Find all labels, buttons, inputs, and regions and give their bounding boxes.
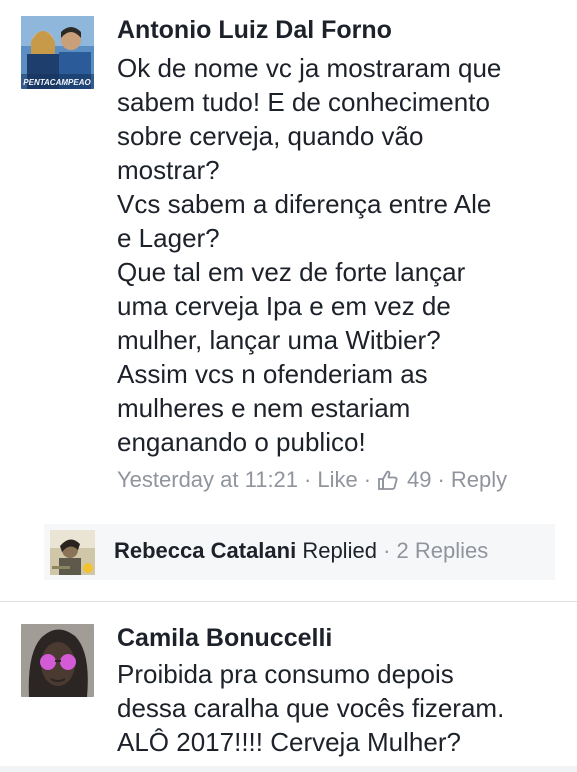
avatar-antonio[interactable]: PENTACAMPEAO <box>21 16 94 89</box>
reply-link[interactable]: Reply <box>451 467 507 493</box>
comment-line: Assim vcs n ofenderiam as <box>117 359 428 389</box>
meta-separator: · <box>437 467 445 492</box>
divider <box>0 601 577 602</box>
avatar-camila-image <box>21 624 94 697</box>
comment-line: Vcs sabem a diferença entre Ale <box>117 189 492 219</box>
comment-author[interactable]: Camila Bonuccelli <box>117 624 332 653</box>
avatar-caption: PENTACAMPEAO <box>23 78 91 87</box>
comment-author[interactable]: Antonio Luiz Dal Forno <box>117 16 392 45</box>
comment-line: mulher, lançar uma Witbier? <box>117 325 441 355</box>
replies-text[interactable]: Rebecca Catalani Replied · 2 Replies <box>114 538 488 564</box>
comment-line: uma cerveja Ipa e em vez de <box>117 291 451 321</box>
comment-line: Ok de nome vc ja mostraram que <box>117 53 502 83</box>
replied-word: Replied <box>302 538 377 563</box>
avatar-rebecca-image <box>50 530 95 575</box>
reply-count[interactable]: 2 Replies <box>397 538 489 563</box>
avatar-antonio-image: PENTACAMPEAO <box>21 16 94 89</box>
comment-meta: Yesterday at 11:21 · Like · 49 · Reply <box>117 467 507 493</box>
comment-line: Proibida pra consumo depois <box>117 659 454 689</box>
bottom-edge <box>0 766 577 772</box>
comment-line: ALÔ 2017!!!! Cerveja Mulher? <box>117 727 461 757</box>
comment-line: mostrar? <box>117 155 220 185</box>
meta-separator: · <box>304 467 312 492</box>
comment-line: e Lager? <box>117 223 220 253</box>
replies-summary[interactable]: Rebecca Catalani Replied · 2 Replies <box>44 524 555 580</box>
avatar-camila[interactable] <box>21 624 94 697</box>
like-link[interactable]: Like <box>317 467 357 493</box>
comment-line: sobre cerveja, quando vão <box>117 121 424 151</box>
timestamp[interactable]: Yesterday at 11:21 <box>117 467 298 493</box>
comment-line: enganando o publico! <box>117 427 366 457</box>
avatar-rebecca <box>50 530 95 575</box>
comment-line: dessa caralha que vocês fizeram. <box>117 693 505 723</box>
like-count[interactable]: 49 <box>407 467 431 493</box>
comment-line: Que tal em vez de forte lançar <box>117 257 466 287</box>
thumbs-up-icon[interactable] <box>377 469 399 491</box>
comment-line: sabem tudo! E de conhecimento <box>117 87 490 117</box>
reply-author[interactable]: Rebecca Catalani <box>114 538 296 563</box>
comment-line: mulheres e nem estariam <box>117 393 411 423</box>
reply-separator: · <box>383 538 391 563</box>
meta-separator: · <box>363 467 372 492</box>
